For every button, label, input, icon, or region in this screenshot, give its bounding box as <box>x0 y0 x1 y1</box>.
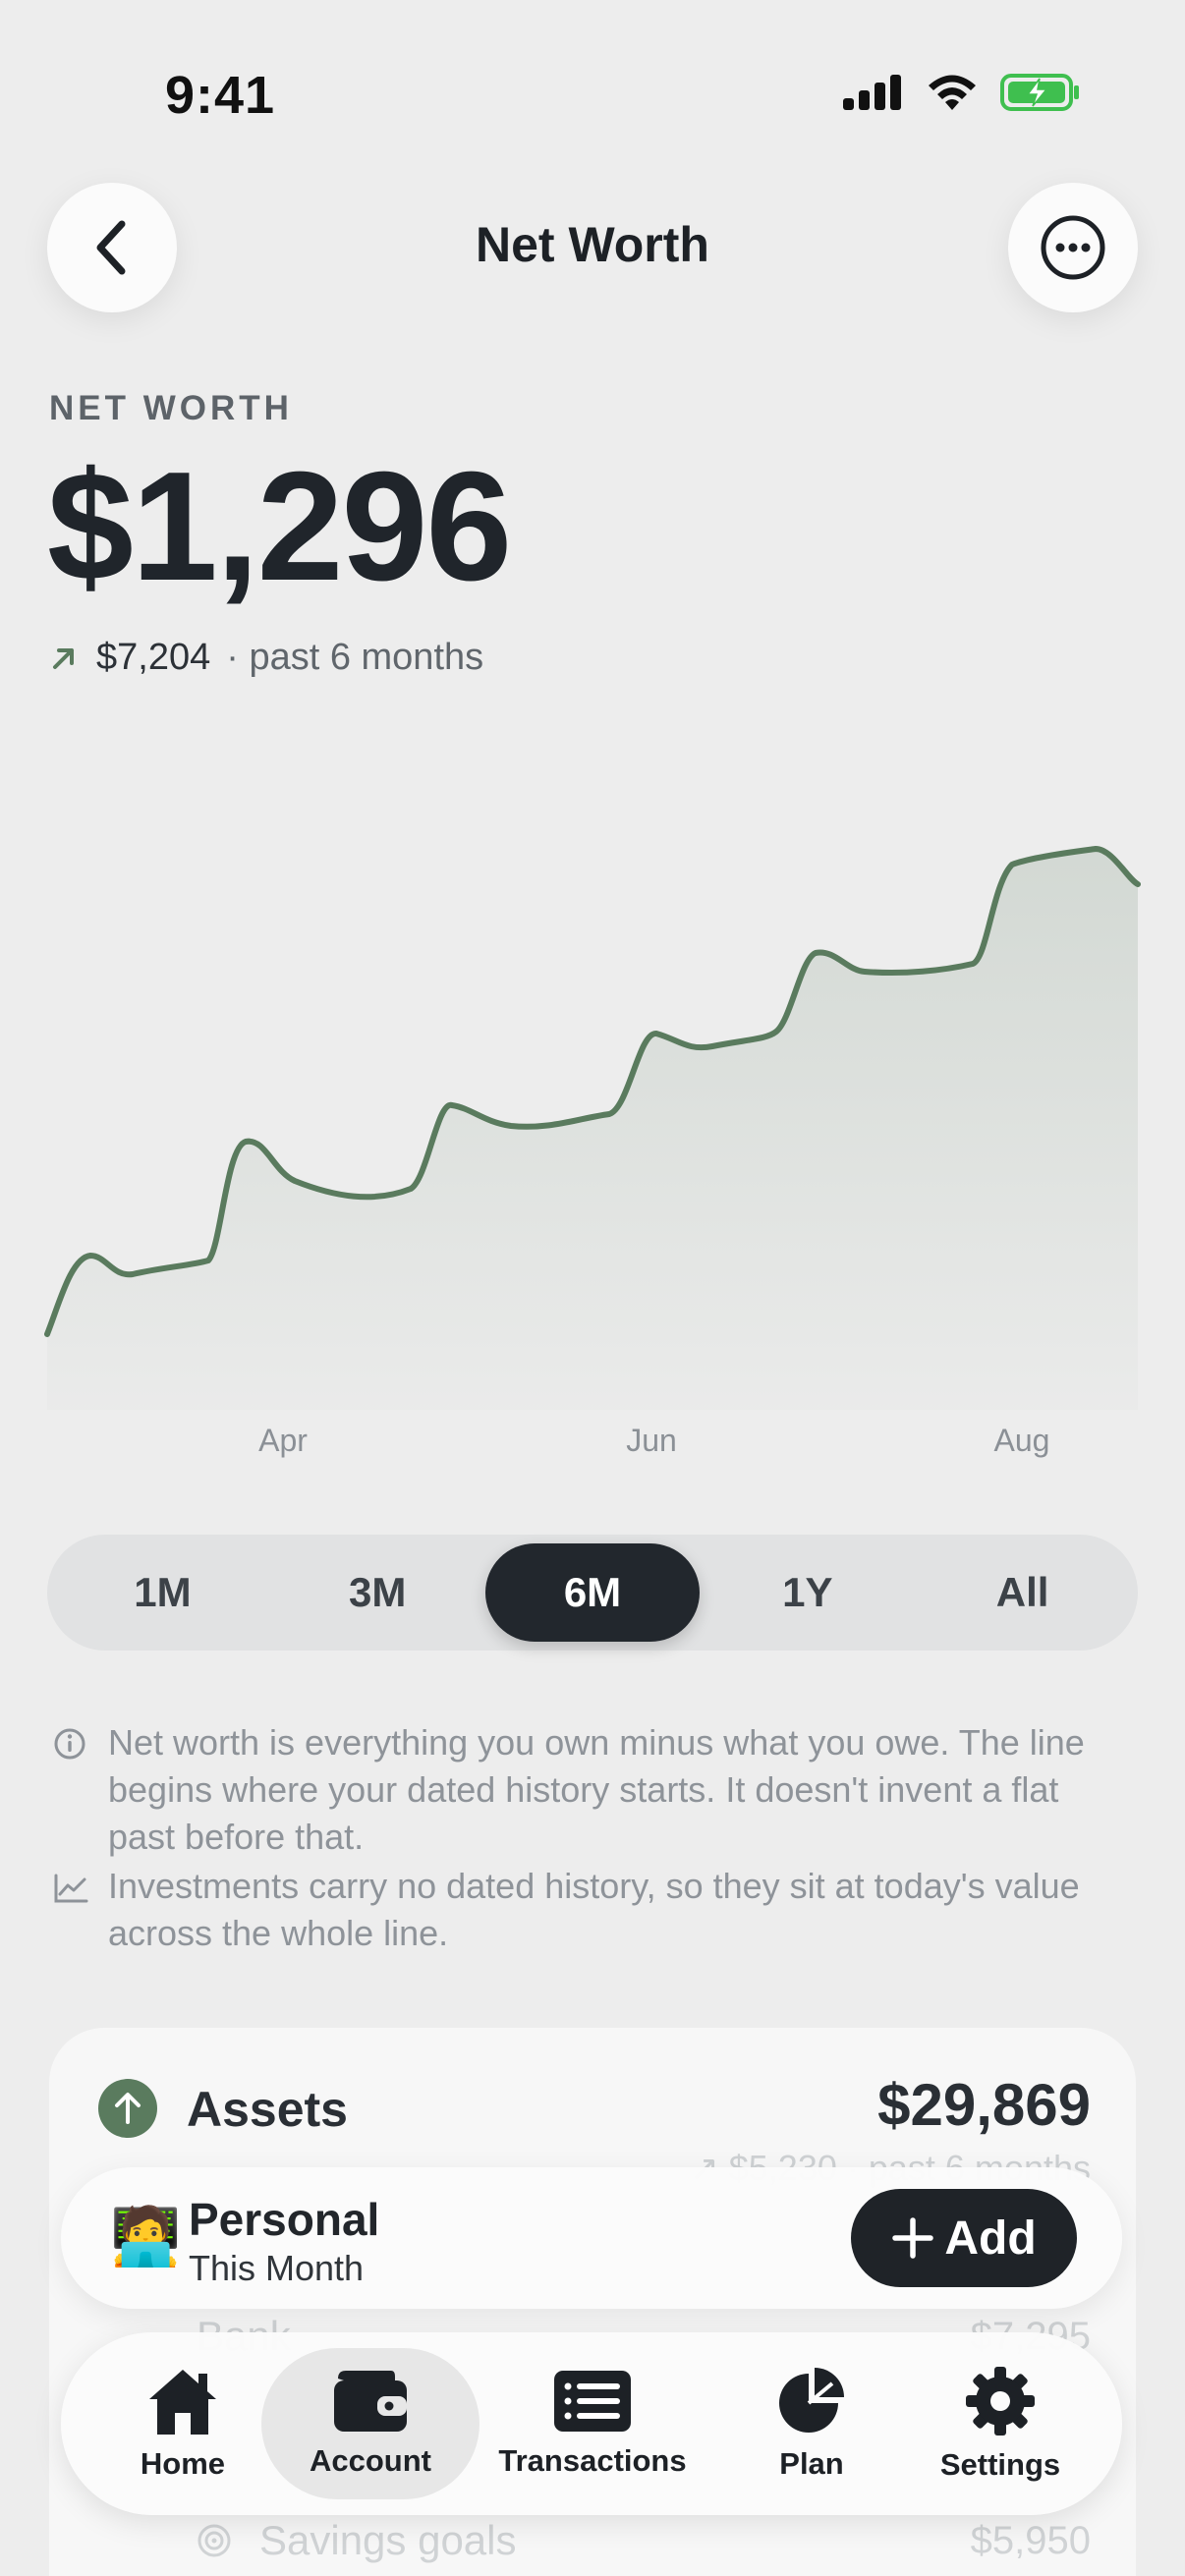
gear-icon <box>966 2367 1035 2436</box>
status-icons <box>843 73 1081 112</box>
target-icon <box>198 2524 231 2557</box>
status-time: 9:41 <box>165 66 276 125</box>
signal-icon <box>843 75 901 110</box>
list-icon <box>554 2371 631 2432</box>
wallet-icon <box>334 2371 407 2432</box>
x-tick-label: Apr <box>258 1423 308 1458</box>
net-worth-value: $1,296 <box>47 440 512 613</box>
asset-row-savings-goals[interactable]: Savings goals <box>197 2517 517 2564</box>
tab-settings[interactable]: Settings <box>914 2348 1087 2499</box>
change-period: · past 6 months <box>226 637 484 678</box>
tab-account[interactable]: Account <box>261 2348 480 2499</box>
tab-label: Plan <box>779 2446 844 2481</box>
net-worth-label: NET WORTH <box>49 389 293 427</box>
add-button-label: Add <box>944 2212 1037 2265</box>
x-tick-label: Aug <box>994 1423 1050 1458</box>
info-note-text: Net worth is everything you own minus wh… <box>108 1722 1085 1857</box>
profile-period[interactable]: This Month <box>189 2248 364 2289</box>
info-note: Net worth is everything you own minus wh… <box>53 1719 1114 1861</box>
trend-chart-icon <box>54 1874 88 1903</box>
net-worth-chart: Apr Jun Aug <box>44 846 1141 1458</box>
tab-plan[interactable]: Plan <box>727 2348 896 2499</box>
asset-row-label: Savings goals <box>259 2517 517 2563</box>
profile-name[interactable]: Personal <box>189 2193 379 2246</box>
range-option-3m[interactable]: 3M <box>270 1543 485 1642</box>
asset-row-value: $5,950 <box>970 2519 1091 2562</box>
arrow-up-right-icon <box>53 647 74 669</box>
battery-charging-icon <box>1000 74 1079 111</box>
range-selector: 1M 3M 6M 1Y All <box>47 1535 1138 1651</box>
tab-label: Settings <box>939 2447 1061 2482</box>
investments-note: Investments carry no dated history, so t… <box>53 1863 1114 1957</box>
tab-label: Transactions <box>498 2443 687 2478</box>
range-option-1y[interactable]: 1Y <box>700 1543 915 1642</box>
assets-total: $29,869 <box>877 2072 1091 2138</box>
pie-chart-icon <box>779 2368 844 2433</box>
net-worth-change: $7,204 · past 6 months <box>49 637 483 679</box>
range-option-all[interactable]: All <box>915 1543 1130 1642</box>
arrow-up-icon <box>98 2079 157 2138</box>
wifi-icon <box>929 75 976 110</box>
add-button[interactable]: Add <box>851 2189 1077 2287</box>
more-options-button[interactable] <box>1008 183 1138 312</box>
tab-home[interactable]: Home <box>98 2348 267 2499</box>
investments-note-text: Investments carry no dated history, so t… <box>108 1866 1080 1953</box>
chart-area <box>47 849 1138 1410</box>
info-icon <box>54 1728 85 1760</box>
range-option-1m[interactable]: 1M <box>55 1543 270 1642</box>
avatar[interactable]: 🧑‍💻 <box>110 2209 181 2266</box>
tab-label: Account <box>310 2443 431 2478</box>
x-tick-label: Jun <box>626 1423 677 1458</box>
tab-label: Home <box>140 2446 226 2481</box>
assets-title: Assets <box>187 2082 348 2137</box>
range-option-6m[interactable]: 6M <box>484 1543 701 1642</box>
plus-icon <box>892 2217 934 2259</box>
home-icon <box>149 2370 216 2435</box>
change-amount: $7,204 <box>96 637 211 678</box>
tab-transactions[interactable]: Transactions <box>491 2348 694 2499</box>
more-icon <box>1041 215 1105 280</box>
